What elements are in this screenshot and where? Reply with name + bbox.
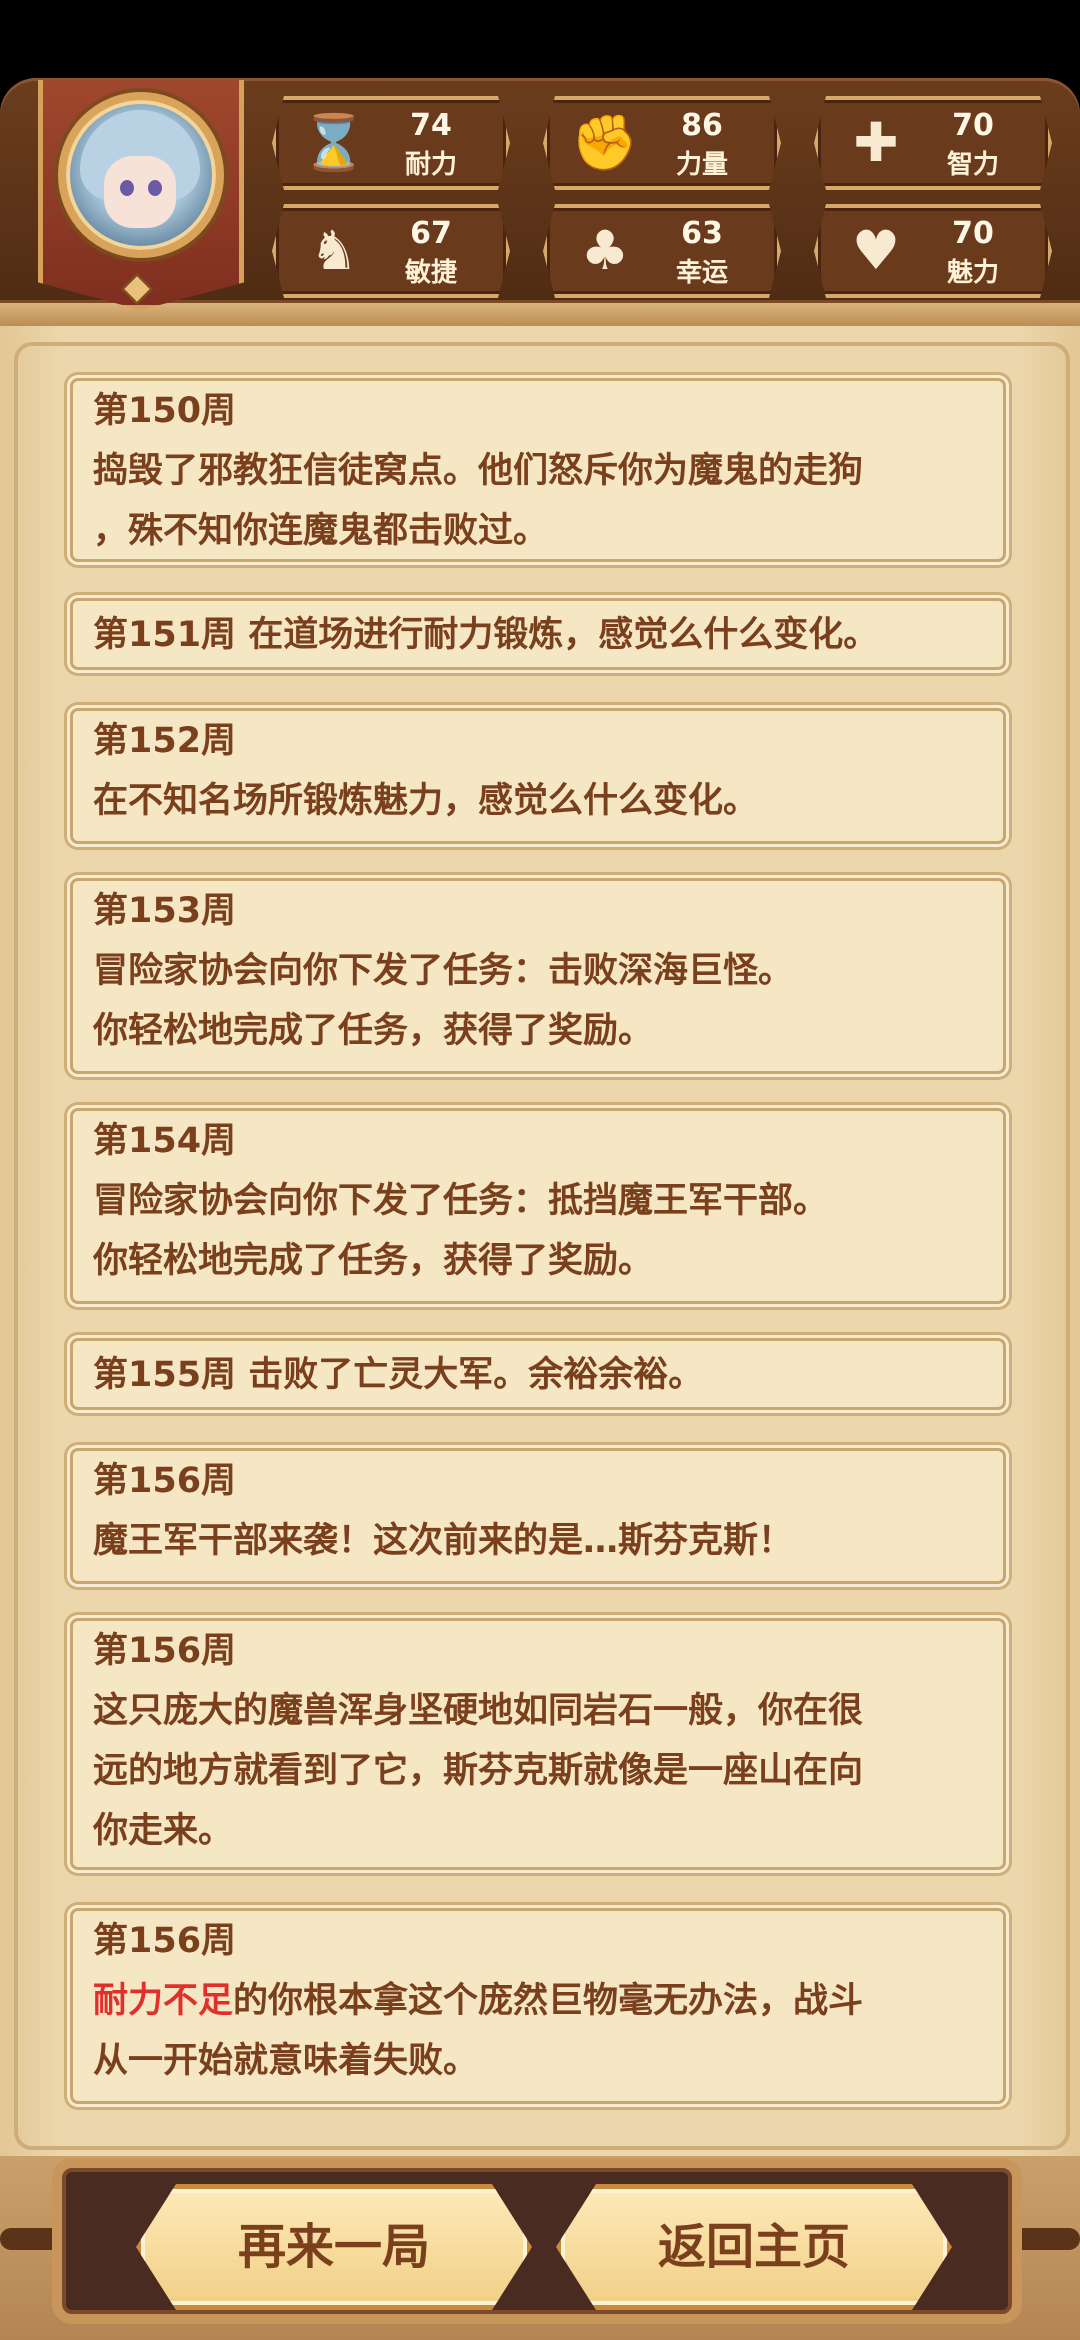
stat-value: 86 (681, 108, 723, 143)
stat-label: 魅力 (946, 258, 999, 288)
log-text: 魔王军干部来袭！这次前来的是…斯芬克斯！ (93, 1521, 794, 1561)
log-entry: 第150周 捣毁了邪教狂信徒窝点。他们怒斥你为魔鬼的走狗 ，殊不知你连魔鬼都击败… (70, 378, 1006, 562)
log-text: 冒险家协会向你下发了任务：击败深海巨怪。 (93, 951, 794, 991)
stat-strength: ✊ 86 力量 (543, 96, 781, 190)
boot-icon: ♞ (309, 219, 359, 282)
log-text: 你走来。 (93, 1811, 234, 1851)
stat-value: 70 (952, 108, 994, 143)
week-label: 第152周 (93, 721, 237, 761)
log-text: 耐力不足的你根本拿这个庞然巨物毫无办法，战斗 (93, 1971, 983, 2031)
week-label: 第156周 (93, 1461, 237, 1501)
log-entry: 第156周 耐力不足的你根本拿这个庞然巨物毫无办法，战斗 从一开始就意味着失败。 (70, 1908, 1006, 2104)
log-text: 捣毁了邪教狂信徒窝点。他们怒斥你为魔鬼的走狗 (93, 451, 864, 491)
log-text: 这只庞大的魔兽浑身坚硬地如同岩石一般，你在很 (93, 1691, 864, 1731)
log-entry: 第155周 击败了亡灵大军。余裕余裕。 (70, 1338, 1006, 1410)
log-entry: 第156周 魔王军干部来袭！这次前来的是…斯芬克斯！ (70, 1448, 1006, 1584)
stat-label: 力量 (675, 150, 728, 180)
stat-charm: ♥ 70 魅力 (814, 204, 1052, 298)
log-entry: 第153周 冒险家协会向你下发了任务：击败深海巨怪。 你轻松地完成了任务，获得了… (70, 878, 1006, 1074)
week-label: 第156周 (93, 1631, 237, 1671)
log-text: 第155周 击败了亡灵大军。余裕余裕。 (93, 1355, 704, 1395)
stat-value: 63 (681, 216, 723, 251)
hourglass-icon: ⌛ (300, 111, 368, 174)
stat-value: 67 (410, 216, 452, 251)
stat-value: 70 (952, 216, 994, 251)
week-label: 第150周 (93, 391, 237, 431)
home-button[interactable]: 返回主页 (556, 2184, 952, 2310)
log-entry: 第151周 在道场进行耐力锻炼，感觉么什么变化。 (70, 598, 1006, 670)
strength-arm-icon: ✊ (571, 111, 639, 174)
log-text: 你轻松地完成了任务，获得了奖励。 (93, 1241, 654, 1281)
stat-value: 74 (410, 108, 452, 143)
heart-plus-icon: ♥ (851, 219, 901, 282)
avatar[interactable] (58, 92, 224, 258)
log-text: ，殊不知你连魔鬼都击败过。 (93, 511, 549, 551)
stat-endurance: ⌛ 74 耐力 (272, 96, 510, 190)
week-label: 第153周 (93, 891, 237, 931)
puzzle-icon: ✚ (853, 111, 899, 174)
log-entry: 第156周 这只庞大的魔兽浑身坚硬地如同岩石一般，你在很 远的地方就看到了它，斯… (70, 1618, 1006, 1870)
clover-icon: ♣ (580, 219, 630, 282)
avatar-eye-left (120, 180, 134, 196)
log-text: 在不知名场所锻炼魅力，感觉么什么变化。 (93, 781, 759, 821)
log-text: 远的地方就看到了它，斯芬克斯就像是一座山在向 (93, 1751, 864, 1791)
log-entry: 第154周 冒险家协会向你下发了任务：抵挡魔王军干部。 你轻松地完成了任务，获得… (70, 1108, 1006, 1304)
avatar-face (104, 156, 176, 228)
log-text: 从一开始就意味着失败。 (93, 2041, 479, 2081)
restart-button[interactable]: 再来一局 (136, 2184, 532, 2310)
log-text: 你轻松地完成了任务，获得了奖励。 (93, 1011, 654, 1051)
highlight-text: 耐力不足 (93, 1981, 234, 2021)
week-label: 第156周 (93, 1921, 237, 1961)
log-text: 第151周 在道场进行耐力锻炼，感觉么什么变化。 (93, 615, 879, 655)
stat-label: 耐力 (404, 150, 457, 180)
stat-label: 智力 (946, 150, 999, 180)
stat-agility: ♞ 67 敏捷 (272, 204, 510, 298)
status-bar-area (0, 0, 1080, 80)
log-text-rest: 的你根本拿这个庞然巨物毫无办法，战斗 (233, 1981, 864, 2021)
week-label: 第154周 (93, 1121, 237, 1161)
log-text: 冒险家协会向你下发了任务：抵挡魔王军干部。 (93, 1181, 829, 1221)
stat-intelligence: ✚ 70 智力 (814, 96, 1052, 190)
stat-label: 敏捷 (404, 258, 457, 288)
log-entry: 第152周 在不知名场所锻炼魅力，感觉么什么变化。 (70, 708, 1006, 844)
avatar-eye-right (148, 180, 162, 196)
stat-luck: ♣ 63 幸运 (543, 204, 781, 298)
stat-label: 幸运 (675, 258, 728, 288)
